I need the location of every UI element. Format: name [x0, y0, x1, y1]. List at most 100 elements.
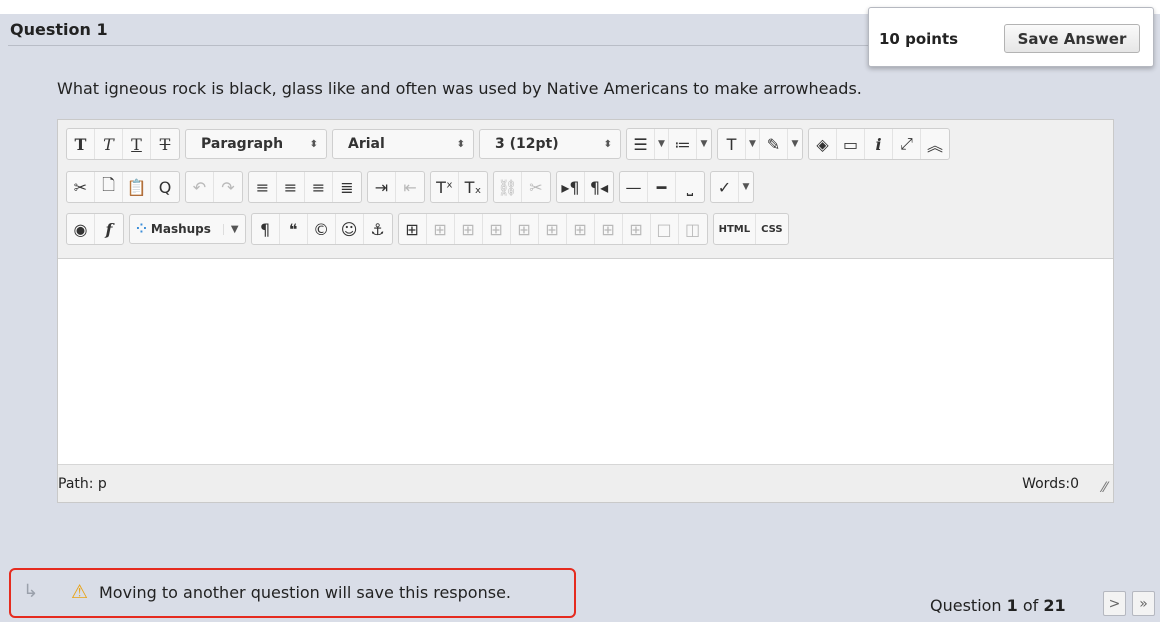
chevron-down-icon[interactable]: ▼	[655, 129, 669, 159]
paragraph-format-select[interactable]: Paragraph ⬍	[185, 129, 327, 159]
script-group: Tˣ Tₓ	[430, 171, 488, 203]
underline-icon[interactable]: T	[123, 129, 151, 159]
history-group: ↶ ↷	[185, 171, 243, 203]
color-group: T ▼ ✎ ▼	[717, 128, 803, 160]
save-notice: ↳ ⚠ Moving to another question will save…	[9, 568, 576, 618]
copyright-icon[interactable]: ©	[308, 214, 336, 244]
numbered-list-icon[interactable]: ≔	[669, 129, 697, 159]
delete-col-icon[interactable]: ⊞	[623, 214, 651, 244]
split-cells-icon[interactable]: ◫	[679, 214, 707, 244]
chevron-down-icon[interactable]: ▼	[788, 129, 802, 159]
align-center-icon[interactable]: ≡	[277, 172, 305, 202]
insert-col-before-icon[interactable]: ⊞	[567, 214, 595, 244]
question-text: What igneous rock is black, glass like a…	[57, 79, 862, 98]
find-icon[interactable]: Q	[151, 172, 179, 202]
highlighter-icon[interactable]: ✎	[760, 129, 788, 159]
paragraph-mark-icon[interactable]: ¶	[252, 214, 280, 244]
insert-col-after-icon[interactable]: ⊞	[595, 214, 623, 244]
text-color-icon[interactable]: T	[718, 129, 746, 159]
indent-group: ⇥ ⇤	[367, 171, 425, 203]
editor-status-bar: Path: p Words:0 ⁄⁄	[58, 464, 1113, 502]
undo-icon[interactable]: ↶	[186, 172, 214, 202]
emoticon-icon[interactable]: ☺	[336, 214, 364, 244]
insert-row-before-icon[interactable]: ⊞	[483, 214, 511, 244]
chevron-down-icon[interactable]: ▼	[739, 172, 753, 202]
collapse-toolbar-icon[interactable]: ︽	[921, 129, 949, 159]
bullet-list-icon[interactable]: ☰	[627, 129, 655, 159]
html-source-button[interactable]: HTML	[714, 214, 757, 244]
clipboard-group: ✂ 🗋 📋 Q	[66, 171, 180, 203]
copy-icon[interactable]: 🗋	[95, 172, 123, 202]
toolbar-row-3: ◉ f ⁘ Mashups ▼ ¶ ❝ © ☺ ⚓ ⊞ ⊞ ⊞ ⊞ ⊞ ⊞ ⊞ …	[66, 213, 794, 245]
align-left-icon[interactable]: ≡	[249, 172, 277, 202]
ltr-icon[interactable]: ▸¶	[557, 172, 585, 202]
superscript-icon[interactable]: Tˣ	[431, 172, 459, 202]
chevron-down-icon[interactable]: ▼	[697, 129, 711, 159]
resize-handle-icon[interactable]: ⁄⁄	[1102, 480, 1107, 496]
indent-icon[interactable]: ⇥	[368, 172, 396, 202]
list-group: ☰ ▼ ≔ ▼	[626, 128, 712, 160]
text-style-group: T T T T	[66, 128, 180, 160]
blockquote-icon[interactable]: ❝	[280, 214, 308, 244]
preview-icon[interactable]: ▭	[837, 129, 865, 159]
chevron-down-icon[interactable]: ▼	[746, 129, 760, 159]
delete-row-icon[interactable]: ⊞	[539, 214, 567, 244]
font-family-select[interactable]: Arial ⬍	[332, 129, 474, 159]
code-group: HTML CSS	[712, 213, 789, 245]
italic-icon[interactable]: T	[95, 129, 123, 159]
font-size-select[interactable]: 3 (12pt) ⬍	[479, 129, 621, 159]
toolbar-row-2: ✂ 🗋 📋 Q ↶ ↷ ≡ ≡ ≡ ≣ ⇥ ⇤ Tˣ Tₓ ⛓ ✂ ▸¶ ¶◂ …	[66, 171, 759, 203]
table-icon[interactable]: ⊞	[399, 214, 427, 244]
insert-row-after-icon[interactable]: ⊞	[511, 214, 539, 244]
return-arrow-icon: ↳	[23, 581, 39, 602]
thick-rule-icon[interactable]: ━	[648, 172, 676, 202]
next-question-button[interactable]: >	[1103, 591, 1126, 616]
word-count: Words:0	[1022, 476, 1079, 492]
table-row-props-icon[interactable]: ⊞	[427, 214, 455, 244]
editor-toolbar: T T T T Paragraph ⬍ Arial ⬍ 3 (12pt) ⬍ ☰ ▼ …	[58, 120, 1113, 259]
nonbreaking-space-icon[interactable]: ⎵	[676, 172, 704, 202]
spellcheck-icon[interactable]: ✓	[711, 172, 739, 202]
table-cell-props-icon[interactable]: ⊞	[455, 214, 483, 244]
paragraph-format-value: Paragraph	[201, 136, 284, 152]
bold-icon[interactable]: T	[67, 129, 95, 159]
insert-group: ¶ ❝ © ☺ ⚓	[250, 213, 393, 245]
last-question-button[interactable]: »	[1132, 591, 1155, 616]
math-icon[interactable]: f	[95, 214, 123, 244]
question-prefix: Question	[930, 596, 1007, 615]
chevron-down-icon: ▼	[222, 223, 239, 235]
unlink-icon[interactable]: ✂	[522, 172, 550, 202]
toolbar-row-1: T T T T Paragraph ⬍ Arial ⬍ 3 (12pt) ⬍ ☰ ▼ …	[66, 128, 955, 160]
cut-icon[interactable]: ✂	[67, 172, 95, 202]
info-icon[interactable]: i	[865, 129, 893, 159]
answer-text-area[interactable]	[58, 259, 1113, 464]
anchor-icon[interactable]: ⚓	[364, 214, 392, 244]
eraser-icon[interactable]: ◈	[809, 129, 837, 159]
subscript-icon[interactable]: Tₓ	[459, 172, 487, 202]
rule-group: — ━ ⎵	[619, 171, 705, 203]
redo-icon[interactable]: ↷	[214, 172, 242, 202]
css-button[interactable]: CSS	[756, 214, 787, 244]
fullscreen-icon[interactable]: ⤢	[893, 129, 921, 159]
table-group: ⊞ ⊞ ⊞ ⊞ ⊞ ⊞ ⊞ ⊞ ⊞ □ ◫	[397, 213, 708, 245]
select-arrows-icon: ⬍	[309, 138, 318, 150]
merge-cells-icon[interactable]: □	[651, 214, 679, 244]
font-family-value: Arial	[348, 136, 385, 152]
points-panel: 10 points Save Answer	[868, 7, 1154, 67]
element-path: Path: p	[58, 476, 107, 492]
outdent-icon[interactable]: ⇤	[396, 172, 424, 202]
link-icon[interactable]: ⛓	[494, 172, 522, 202]
mashups-dropdown[interactable]: ⁘ Mashups ▼	[129, 214, 246, 244]
save-answer-button[interactable]: Save Answer	[1004, 24, 1140, 53]
paste-icon[interactable]: 📋	[123, 172, 151, 202]
warning-icon: ⚠	[71, 581, 89, 603]
align-right-icon[interactable]: ≡	[305, 172, 333, 202]
horizontal-rule-icon[interactable]: —	[620, 172, 648, 202]
question-title: Question 1	[10, 20, 108, 39]
rich-text-editor: T T T T Paragraph ⬍ Arial ⬍ 3 (12pt) ⬍ ☰ ▼ …	[57, 119, 1114, 503]
rtl-icon[interactable]: ¶◂	[585, 172, 613, 202]
record-icon[interactable]: ◉	[67, 214, 95, 244]
strikethrough-icon[interactable]: T	[151, 129, 179, 159]
save-notice-text: Moving to another question will save thi…	[99, 583, 511, 602]
align-justify-icon[interactable]: ≣	[333, 172, 361, 202]
